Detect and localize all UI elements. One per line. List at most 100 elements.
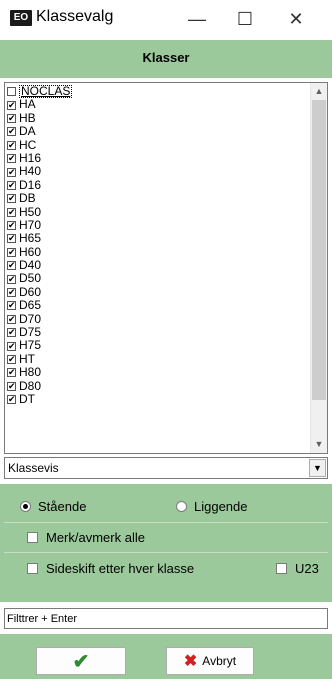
minimize-button[interactable]: — bbox=[177, 4, 217, 34]
class-list-item[interactable]: H65 bbox=[7, 231, 72, 245]
class-label: DA bbox=[19, 124, 36, 139]
class-checkbox[interactable] bbox=[7, 139, 16, 151]
toggle-all-option[interactable]: Merk/avmerk alle bbox=[27, 529, 145, 545]
class-list-item[interactable]: H80 bbox=[7, 365, 72, 380]
class-list-item[interactable]: HA bbox=[7, 97, 72, 112]
window-title: Klassevalg bbox=[36, 8, 114, 25]
button-bar: ✔ ✖ Avbryt bbox=[0, 634, 332, 679]
class-list-item[interactable]: DB bbox=[7, 191, 72, 205]
class-checkbox[interactable] bbox=[7, 112, 16, 124]
orientation-standing-label: Stående bbox=[38, 498, 87, 514]
class-list-item[interactable]: H50 bbox=[7, 204, 72, 219]
class-label: H16 bbox=[19, 150, 42, 165]
class-list-item[interactable]: DA bbox=[7, 124, 72, 139]
class-list-scrollbar[interactable]: ▲ ▼ bbox=[310, 83, 327, 453]
class-checkbox[interactable] bbox=[7, 125, 16, 137]
class-list-item[interactable]: H60 bbox=[7, 244, 72, 259]
class-label: D80 bbox=[19, 378, 42, 393]
page-break-label: Sideskift etter hver klasse bbox=[46, 560, 195, 576]
radio-standing-icon[interactable] bbox=[20, 500, 31, 512]
scrollbar-thumb[interactable] bbox=[312, 100, 326, 400]
class-list-item[interactable]: D50 bbox=[7, 272, 72, 285]
class-checkbox[interactable] bbox=[7, 179, 16, 191]
class-label: H80 bbox=[19, 365, 42, 380]
class-list-rows: NOCLASHAHBDAHCH16H40D16DBH50H70H65H60D40… bbox=[7, 85, 73, 406]
class-list-item[interactable]: H40 bbox=[7, 164, 72, 179]
class-checkbox[interactable] bbox=[7, 87, 16, 97]
checkmark-icon: ✔ bbox=[72, 650, 90, 673]
class-checkbox[interactable] bbox=[7, 340, 16, 352]
class-list-item[interactable]: HT bbox=[7, 352, 72, 366]
orientation-lying[interactable]: Liggende bbox=[176, 498, 248, 514]
class-list-item[interactable]: D60 bbox=[7, 285, 72, 299]
class-checkbox[interactable] bbox=[7, 313, 16, 325]
class-label: HA bbox=[19, 97, 36, 112]
filter-input[interactable] bbox=[4, 608, 328, 629]
class-label: D70 bbox=[19, 311, 42, 326]
class-label: H40 bbox=[19, 164, 42, 179]
divider bbox=[4, 552, 328, 553]
u23-label: U23 bbox=[295, 560, 319, 576]
class-label: D16 bbox=[19, 177, 42, 192]
class-checkbox[interactable] bbox=[7, 192, 16, 204]
class-checkbox[interactable] bbox=[7, 206, 16, 218]
class-checkbox[interactable] bbox=[7, 99, 16, 111]
chevron-down-icon[interactable]: ▼ bbox=[309, 459, 326, 477]
class-checkbox[interactable] bbox=[7, 273, 16, 285]
class-list-item[interactable]: HB bbox=[7, 110, 72, 125]
class-checkbox[interactable] bbox=[7, 259, 16, 271]
cancel-button[interactable]: ✖ Avbryt bbox=[166, 647, 254, 675]
divider bbox=[4, 522, 328, 523]
class-checkbox[interactable] bbox=[7, 326, 16, 338]
app-icon: EO bbox=[10, 10, 32, 26]
class-checkbox[interactable] bbox=[7, 393, 16, 405]
title-bar: EO Klassevalg — ☐ ✕ bbox=[0, 0, 332, 40]
class-label: HB bbox=[19, 110, 36, 125]
class-list-item[interactable]: NOCLAS bbox=[7, 85, 73, 99]
toggle-all-checkbox[interactable] bbox=[27, 531, 38, 543]
class-checkbox[interactable] bbox=[7, 152, 16, 164]
class-checkbox[interactable] bbox=[7, 380, 16, 392]
class-checkbox[interactable] bbox=[7, 232, 16, 244]
close-button[interactable]: ✕ bbox=[276, 4, 316, 34]
maximize-button[interactable]: ☐ bbox=[225, 4, 265, 34]
classes-header: Klasser bbox=[0, 40, 332, 78]
cross-icon: ✖ bbox=[183, 653, 198, 670]
sort-combobox[interactable]: Klassevis ▼ bbox=[4, 457, 328, 479]
class-checkbox[interactable] bbox=[7, 166, 16, 178]
class-list-item[interactable]: D40 bbox=[7, 258, 72, 272]
class-checkbox[interactable] bbox=[7, 299, 16, 311]
class-label: H60 bbox=[19, 244, 42, 259]
class-list-item[interactable]: D65 bbox=[7, 298, 72, 312]
class-checkbox[interactable] bbox=[7, 219, 16, 231]
class-list-item[interactable]: H75 bbox=[7, 339, 72, 352]
class-list-item[interactable]: D80 bbox=[7, 378, 72, 393]
class-list[interactable]: NOCLASHAHBDAHCH16H40D16DBH50H70H65H60D40… bbox=[4, 82, 328, 454]
radio-lying-icon[interactable] bbox=[176, 500, 187, 512]
page-break-option[interactable]: Sideskift etter hver klasse bbox=[27, 560, 194, 576]
u23-option[interactable]: U23 bbox=[276, 560, 319, 576]
class-checkbox[interactable] bbox=[7, 366, 16, 378]
class-list-item[interactable]: H70 bbox=[7, 217, 72, 232]
class-list-item[interactable]: D70 bbox=[7, 311, 72, 326]
class-list-item[interactable]: D16 bbox=[7, 177, 72, 192]
scroll-up-icon[interactable]: ▲ bbox=[311, 83, 327, 100]
options-panel: Stående Liggende Merk/avmerk alle Sidesk… bbox=[0, 484, 332, 602]
classes-header-title: Klasser bbox=[142, 50, 190, 65]
ok-button[interactable]: ✔ bbox=[36, 647, 126, 675]
class-list-item[interactable]: D75 bbox=[7, 325, 72, 339]
orientation-lying-label: Liggende bbox=[194, 498, 248, 514]
class-list-item[interactable]: DT bbox=[7, 392, 72, 406]
class-label: H70 bbox=[19, 217, 42, 232]
class-label: H50 bbox=[19, 204, 42, 219]
class-list-item[interactable]: H16 bbox=[7, 150, 72, 165]
class-label: HC bbox=[19, 137, 37, 152]
class-checkbox[interactable] bbox=[7, 246, 16, 258]
scroll-down-icon[interactable]: ▼ bbox=[311, 436, 327, 453]
class-list-item[interactable]: HC bbox=[7, 137, 72, 152]
orientation-standing[interactable]: Stående bbox=[20, 498, 86, 514]
class-checkbox[interactable] bbox=[7, 286, 16, 298]
page-break-checkbox[interactable] bbox=[27, 562, 38, 574]
u23-checkbox[interactable] bbox=[276, 562, 287, 574]
class-checkbox[interactable] bbox=[7, 353, 16, 365]
